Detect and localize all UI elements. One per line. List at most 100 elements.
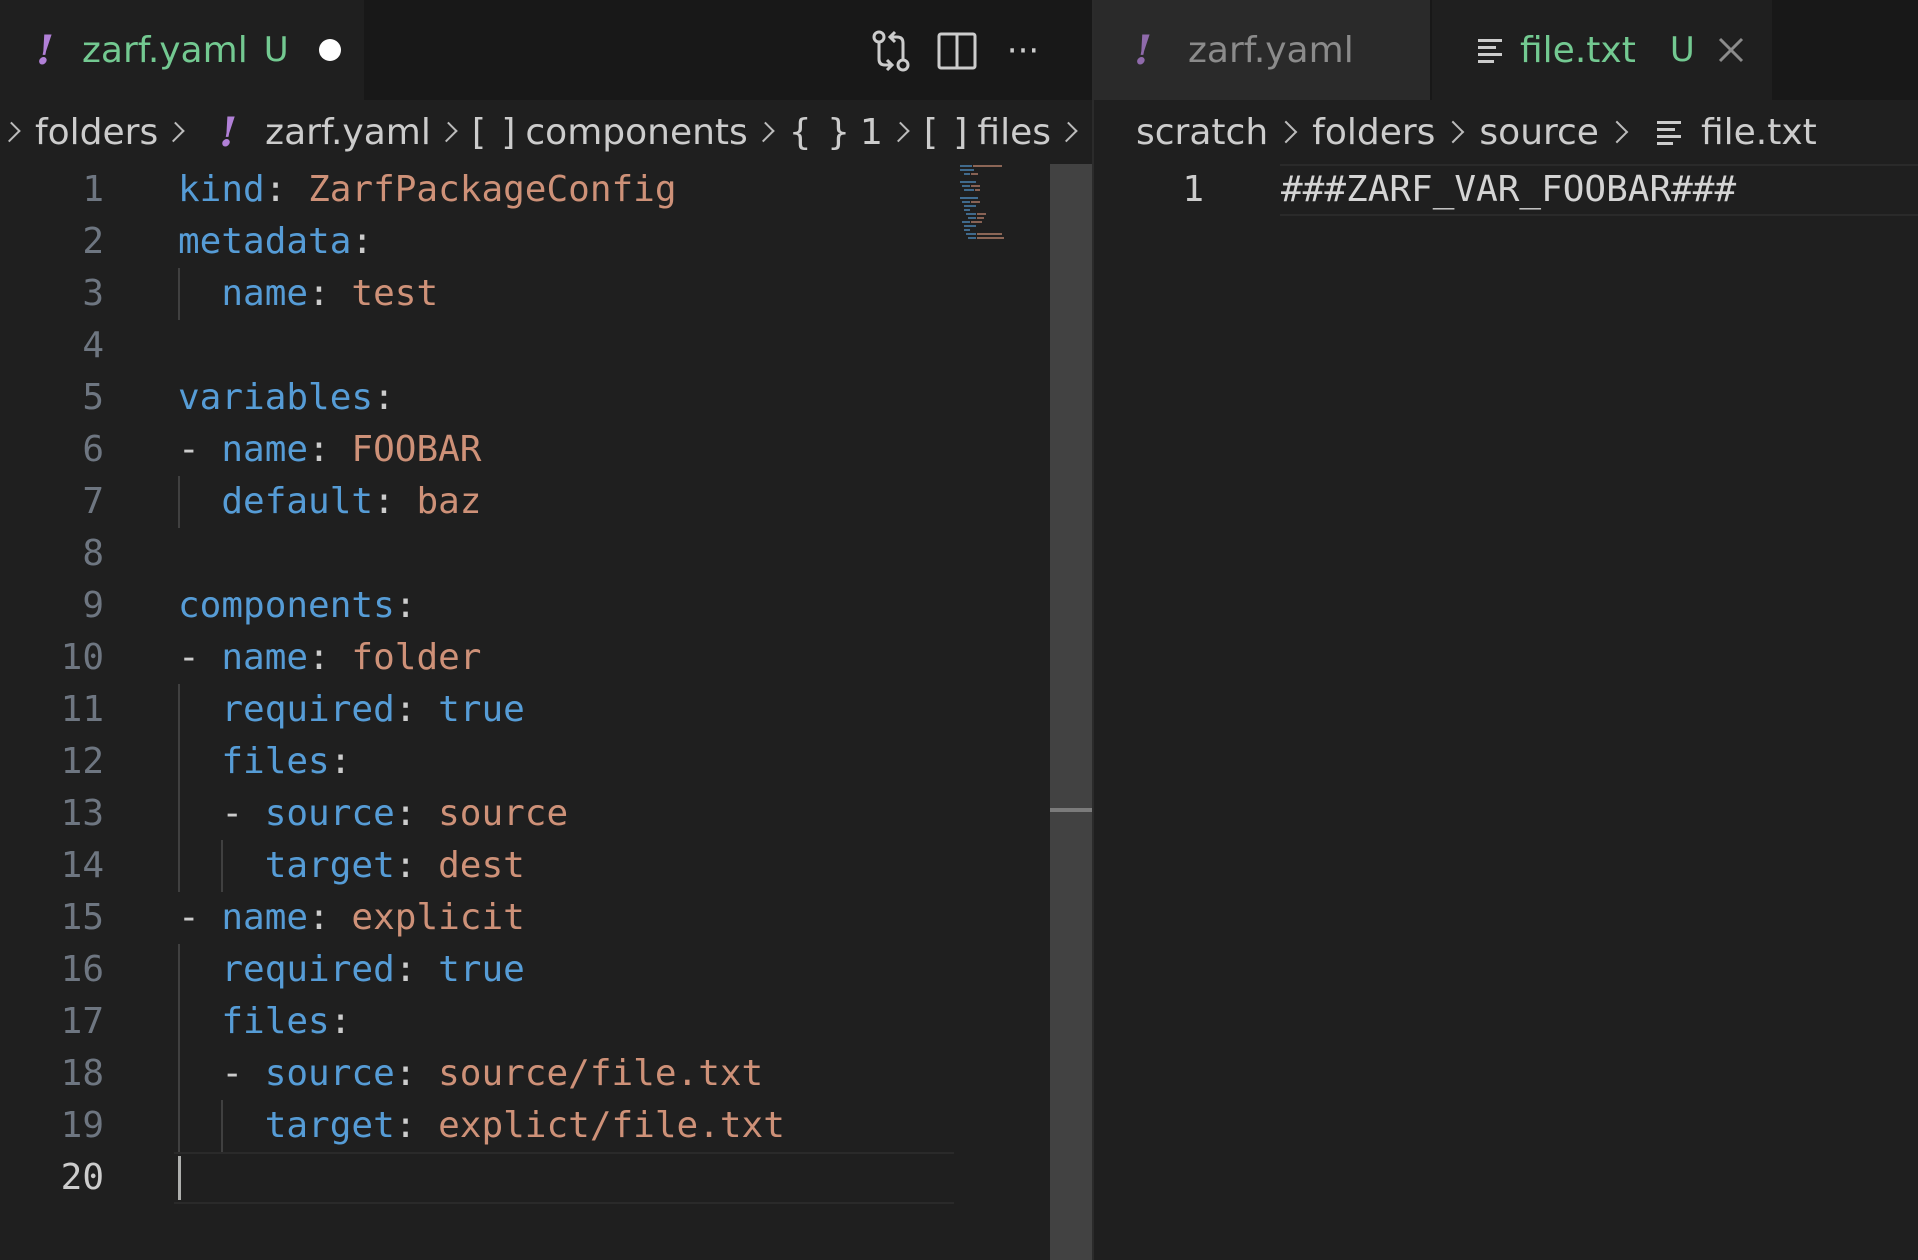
yaml-key-token: target bbox=[264, 845, 395, 886]
punctuation-token: : bbox=[264, 169, 309, 210]
current-line-highlight bbox=[174, 1152, 954, 1204]
tab-file-txt[interactable]: file.txt U bbox=[1432, 0, 1772, 100]
chevron-right-icon bbox=[1057, 121, 1078, 143]
punctuation-token bbox=[178, 689, 221, 730]
line-number: 15 bbox=[60, 897, 104, 938]
breadcrumb-item-components[interactable]: [ ] components bbox=[472, 112, 748, 153]
yaml-key-token: required bbox=[221, 949, 395, 990]
code-line-text: kind: ZarfPackageConfig bbox=[178, 164, 677, 216]
yaml-value-token: ZarfPackageConfig bbox=[308, 169, 677, 210]
yaml-key-token: components bbox=[178, 585, 395, 626]
line-number: 5 bbox=[82, 377, 104, 418]
breadcrumb-item-scratch[interactable]: scratch bbox=[1136, 112, 1268, 153]
punctuation-token bbox=[178, 949, 221, 990]
yaml-key-token: default bbox=[221, 481, 374, 522]
code-line-text: - name: FOOBAR bbox=[178, 424, 481, 476]
line-number: 7 bbox=[82, 481, 104, 522]
unsaved-dot-icon[interactable] bbox=[318, 39, 341, 61]
punctuation-token: : bbox=[394, 845, 439, 886]
yaml-key-token: name bbox=[221, 429, 309, 470]
open-changes-button[interactable] bbox=[866, 26, 916, 76]
yaml-value-token: FOOBAR bbox=[351, 429, 482, 470]
line-number: 17 bbox=[60, 1001, 104, 1042]
yaml-value-token: test bbox=[351, 273, 439, 314]
breadcrumb-item-folders[interactable]: folders bbox=[35, 112, 158, 153]
yaml-file-icon: ! bbox=[219, 108, 237, 156]
punctuation-token: : bbox=[308, 637, 352, 678]
code-line-text: - source: source/file.txt bbox=[178, 1048, 763, 1100]
scrollbar-cursor-marker bbox=[1050, 808, 1092, 812]
breadcrumb-item-source[interactable]: source bbox=[1479, 112, 1599, 153]
code-line-text: default: baz bbox=[178, 476, 481, 528]
code-line-text: name: test bbox=[178, 268, 438, 320]
yaml-value-token: source/file.txt bbox=[438, 1053, 764, 1094]
breadcrumb-item-files[interactable]: [ ] files bbox=[924, 112, 1051, 153]
breadcrumb-item-1[interactable]: { } 1 bbox=[789, 112, 883, 153]
line-number: 16 bbox=[60, 949, 104, 990]
code-line-text: components: bbox=[178, 580, 416, 632]
line-number: 11 bbox=[60, 689, 104, 730]
yaml-key-token: kind bbox=[178, 169, 265, 210]
text-file-icon bbox=[1478, 36, 1506, 64]
line-number: 1 bbox=[1182, 169, 1204, 210]
code-line-text: files: bbox=[178, 736, 351, 788]
yaml-key-token: name bbox=[221, 273, 309, 314]
line-number: 6 bbox=[82, 429, 104, 470]
yaml-key-token: required bbox=[221, 689, 395, 730]
line-number: 18 bbox=[60, 1053, 104, 1094]
line-number: 13 bbox=[60, 793, 104, 834]
split-editor-button[interactable] bbox=[932, 26, 982, 76]
tab-label: zarf.yaml bbox=[82, 29, 248, 71]
breadcrumb: scratch folders source file.txt bbox=[1094, 100, 1918, 164]
chevron-right-icon bbox=[437, 121, 458, 143]
vertical-scrollbar[interactable] bbox=[1050, 164, 1092, 1260]
punctuation-token: : bbox=[394, 793, 439, 834]
code-editor[interactable]: 1 kind: ZarfPackageConfig 2 metadata: 3 name… bbox=[0, 164, 1050, 1260]
punctuation-token: : bbox=[351, 221, 374, 262]
punctuation-token: - bbox=[178, 429, 222, 470]
line-number: 12 bbox=[60, 741, 104, 782]
punctuation-token: : bbox=[308, 897, 352, 938]
code-line-text[interactable]: ###ZARF_VAR_FOOBAR### bbox=[1281, 164, 1736, 216]
punctuation-token: : bbox=[373, 377, 395, 418]
code-line-text: variables: bbox=[178, 372, 395, 424]
tab-zarf-yaml-preview[interactable]: ! zarf.yaml bbox=[1094, 0, 1430, 100]
chevron-right-icon bbox=[0, 121, 21, 143]
tab-label: zarf.yaml bbox=[1188, 29, 1354, 71]
line-number: 19 bbox=[60, 1105, 104, 1146]
text-cursor bbox=[178, 1156, 181, 1200]
yaml-key-token: true bbox=[438, 689, 525, 730]
breadcrumb-item-zarf-yaml[interactable]: ! zarf.yaml bbox=[213, 108, 430, 156]
punctuation-token: : bbox=[329, 741, 352, 782]
line-number: 10 bbox=[60, 637, 104, 678]
yaml-value-token: explict/file.txt bbox=[438, 1105, 785, 1146]
breadcrumb: folders ! zarf.yaml [ ] components { } 1… bbox=[0, 100, 1092, 164]
untracked-badge: U bbox=[263, 30, 289, 70]
code-line-text: - name: explicit bbox=[178, 892, 525, 944]
close-tab-button[interactable] bbox=[1717, 36, 1745, 64]
tab-zarf-yaml[interactable]: ! zarf.yaml U bbox=[0, 0, 364, 100]
minimap[interactable] bbox=[958, 164, 1018, 244]
yaml-key-token: files bbox=[221, 741, 330, 782]
array-symbol-icon: [ ] bbox=[923, 111, 970, 153]
chevron-right-icon bbox=[1605, 120, 1629, 144]
yaml-key-token: name bbox=[221, 897, 309, 938]
array-symbol-icon: [ ] bbox=[471, 111, 518, 153]
punctuation-token: : bbox=[394, 1105, 439, 1146]
breadcrumb-item-file-txt[interactable]: file.txt bbox=[1656, 112, 1817, 153]
line-number: 20 bbox=[60, 1157, 104, 1198]
breadcrumb-item-folders[interactable]: folders bbox=[1312, 112, 1435, 153]
punctuation-token: : bbox=[394, 689, 439, 730]
yaml-file-icon: ! bbox=[36, 26, 54, 74]
more-actions-button[interactable]: ··· bbox=[998, 26, 1048, 76]
code-line-text: required: true bbox=[178, 684, 525, 736]
punctuation-token bbox=[178, 741, 221, 782]
yaml-key-token: variables bbox=[178, 377, 374, 418]
punctuation-token: - bbox=[178, 1053, 265, 1094]
close-icon bbox=[1718, 37, 1743, 63]
code-line-text: target: explict/file.txt bbox=[178, 1100, 785, 1152]
punctuation-token: : bbox=[308, 273, 352, 314]
yaml-key-token: name bbox=[221, 637, 309, 678]
code-line-text: files: bbox=[178, 996, 351, 1048]
yaml-value-token: source bbox=[438, 793, 569, 834]
